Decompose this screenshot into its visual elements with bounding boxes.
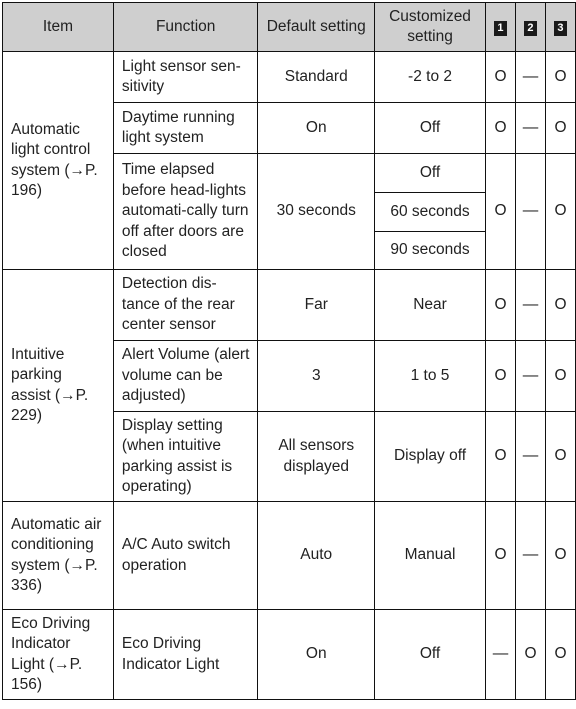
customized-cell: Off [374,102,486,154]
default-cell: Far [257,269,376,341]
col2-cell: — [514,269,546,341]
customized-cell: Off [374,609,486,700]
customized-cell: Near [374,269,486,341]
header-default-setting: Default setting [257,2,376,52]
default-cell: Auto [257,501,376,610]
col3-cell: O [544,269,576,341]
customization-table: Item Function Default setting Customized… [2,2,576,700]
default-cell: 3 [257,340,376,412]
col1-cell: O [484,501,516,610]
col2-cell: — [514,411,546,502]
col3-cell: O [544,609,576,700]
item-cell: Intuitive parking assist (→P. 229) [2,269,114,502]
col1-cell: O [484,269,516,341]
customized-cell: Off [374,153,486,193]
col3-cell: O [544,102,576,154]
default-cell: On [257,102,376,154]
default-cell: 30 seconds [257,153,376,270]
col1-cell: O [484,340,516,412]
header-col-3: 3 [544,2,576,52]
header-item: Item [2,2,114,52]
header-function: Function [112,2,259,52]
col2-cell: — [514,340,546,412]
function-cell: Eco Driving Indicator Light [112,609,259,700]
function-cell: Time elapsed before head-lights automati… [112,153,259,270]
col3-cell: O [544,51,576,103]
table-row: Intuitive parking assist (→P. 229) Detec… [2,269,576,502]
customized-cell: -2 to 2 [374,51,486,103]
customized-cell: 90 seconds [374,231,486,270]
item-cell: Eco Driving Indicator Light (→P. 156) [2,609,114,700]
col1-cell: — [484,609,516,700]
function-cell: Detection dis-tance of the rear center s… [112,269,259,341]
col2-cell: — [514,51,546,103]
function-cell: A/C Auto switch operation [112,501,259,610]
col2-cell: O [514,609,546,700]
table-row: Automatic light control system (→P. 196)… [2,51,576,270]
table-row: Automatic air conditioning system (→P. 3… [2,501,576,610]
default-cell: On [257,609,376,700]
badge-2-icon: 2 [523,20,537,36]
function-cell: Daytime running light system [112,102,259,154]
customized-cell: Display off [374,411,486,502]
default-cell: All sensors displayed [257,411,376,502]
header-row: Item Function Default setting Customized… [2,2,576,52]
col2-cell: — [514,102,546,154]
col3-cell: O [544,153,576,270]
table-row: Eco Driving Indicator Light (→P. 156) Ec… [2,609,576,700]
function-cell: Alert Volume (alert volume can be adjust… [112,340,259,412]
col3-cell: O [544,411,576,502]
function-cell: Display setting (when intuitive parking … [112,411,259,502]
customized-cell: 60 seconds [374,192,486,232]
col1-cell: O [484,51,516,103]
function-cell: Light sensor sen-sitivity [112,51,259,103]
badge-3-icon: 3 [553,20,567,36]
customized-cell: 1 to 5 [374,340,486,412]
header-customized-setting: Customized setting [374,2,486,52]
item-cell: Automatic light control system (→P. 196) [2,51,114,270]
header-col-1: 1 [484,2,516,52]
col3-cell: O [544,340,576,412]
col3-cell: O [544,501,576,610]
customized-cell: Manual [374,501,486,610]
col1-cell: O [484,411,516,502]
header-col-2: 2 [514,2,546,52]
col2-cell: — [514,501,546,610]
item-cell: Automatic air conditioning system (→P. 3… [2,501,114,610]
col2-cell: — [514,153,546,270]
col1-cell: O [484,102,516,154]
col1-cell: O [484,153,516,270]
badge-1-icon: 1 [493,20,507,36]
default-cell: Standard [257,51,376,103]
